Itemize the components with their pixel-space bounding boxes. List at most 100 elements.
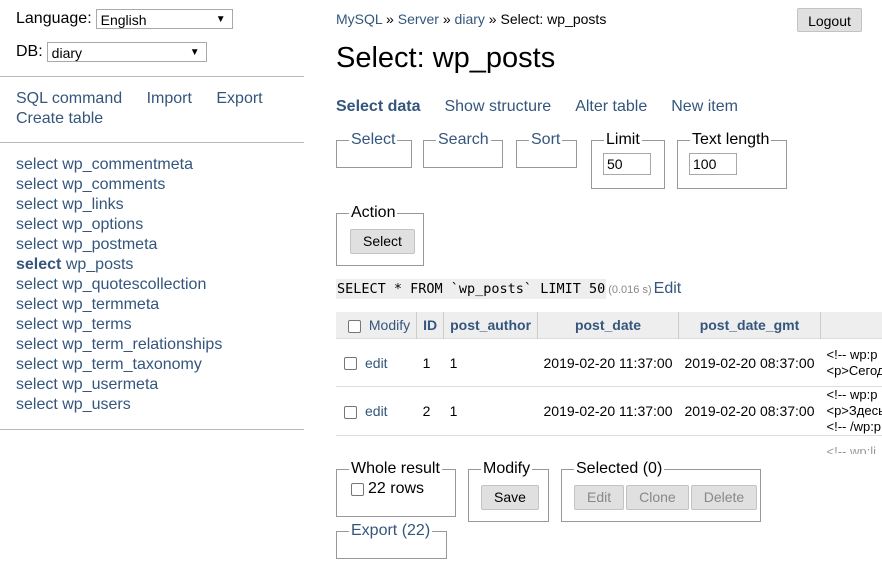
divider (0, 429, 304, 430)
whole-result-legend: Whole result (351, 460, 440, 477)
db-select[interactable]: diary ▼ (46, 42, 207, 62)
rows-checkbox-row[interactable]: 22 rows (351, 480, 455, 498)
modify-cell: edit (336, 386, 417, 436)
row-checkbox[interactable] (344, 405, 357, 419)
select-table-link[interactable]: select (16, 256, 61, 273)
select-table-link[interactable]: select (16, 176, 58, 193)
export-legend-link[interactable]: Export (22) (349, 522, 432, 540)
date-cell: 2019-02-20 11:37:00 (537, 435, 679, 454)
limit-input[interactable]: 50 (603, 153, 651, 175)
action-fieldset: Action Select (336, 204, 424, 266)
select-table-link[interactable]: select (16, 236, 58, 253)
table-name-link[interactable]: wp_usermeta (62, 376, 158, 393)
table-name-link[interactable]: wp_commentmeta (62, 156, 193, 173)
select-table-link[interactable]: select (16, 296, 58, 313)
post-content-header (820, 312, 882, 339)
results-table-wrapper[interactable]: Modify ID post_author post_date post_dat… (336, 312, 882, 454)
table-list-item: select wp_term_taxonomy (16, 355, 222, 375)
create-table-link[interactable]: Create table (16, 110, 103, 127)
id-header[interactable]: ID (416, 312, 445, 339)
sort-legend-link[interactable]: Sort (529, 131, 562, 149)
select-table-link[interactable]: select (16, 396, 58, 413)
selected-actions: Edit Clone Delete (574, 485, 760, 510)
select-all-checkbox[interactable] (348, 319, 361, 333)
content-preview-line: <!-- wp:li (826, 443, 876, 455)
table-name-link[interactable]: wp_postmeta (62, 236, 157, 253)
date-gmt-cell: 2019-02-20 08:37:00 (678, 386, 821, 436)
select-table-link[interactable]: select (16, 336, 58, 353)
edit-query-link[interactable]: Edit (654, 280, 682, 297)
id-cell: 1 (416, 338, 444, 387)
table-name-link[interactable]: wp_term_relationships (62, 336, 222, 353)
breadcrumb-db[interactable]: diary (455, 11, 485, 27)
post-date-header[interactable]: post_date (537, 312, 679, 339)
rows-count-label: 22 rows (368, 480, 425, 497)
clone-selected-button[interactable]: Clone (626, 485, 689, 510)
content-preview-line: <!-- /wp:p (826, 419, 882, 434)
sql-command-link[interactable]: SQL command (16, 90, 122, 107)
results-table: Modify ID post_author post_date post_dat… (336, 312, 882, 454)
query-line: SELECT * FROM `wp_posts` LIMIT 50 (0.016 … (336, 279, 682, 299)
table-name-link[interactable]: wp_users (62, 396, 130, 413)
export-fieldset: Export (22) (336, 522, 447, 559)
content-preview-line: <p>Сегод (826, 362, 882, 378)
search-legend-link[interactable]: Search (436, 131, 491, 149)
row-checkbox[interactable] (344, 357, 357, 371)
breadcrumb-mysql[interactable]: MySQL (336, 11, 382, 27)
text-length-input[interactable]: 100 (689, 153, 737, 175)
table-list-item: select wp_comments (16, 175, 222, 195)
table-name-link[interactable]: wp_comments (62, 176, 165, 193)
table-name-link[interactable]: wp_links (62, 196, 123, 213)
whole-result-checkbox[interactable] (351, 482, 364, 496)
page-title: Select: wp_posts (336, 42, 556, 74)
table-list-item: select wp_terms (16, 315, 222, 335)
table-name-link[interactable]: wp_quotescollection (62, 276, 206, 293)
row-edit-link[interactable]: edit (365, 403, 388, 419)
text-length-legend: Text length (692, 131, 770, 148)
content-preview-line: <p>Здесь (826, 403, 882, 418)
select-button[interactable]: Select (350, 229, 415, 254)
select-data-tab[interactable]: Select data (336, 98, 420, 116)
select-table-link[interactable]: select (16, 276, 58, 293)
show-structure-link[interactable]: Show structure (444, 98, 551, 116)
table-name-link[interactable]: wp_term_taxonomy (62, 356, 202, 373)
query-time: (0.016 s) (608, 284, 652, 296)
date-cell: 2019-02-20 11:37:00 (537, 338, 679, 387)
logout-button[interactable]: Logout (797, 8, 862, 32)
table-list-item: select wp_posts (16, 255, 222, 275)
new-item-link[interactable]: New item (671, 98, 738, 116)
select-table-link[interactable]: select (16, 376, 58, 393)
alter-table-link[interactable]: Alter table (575, 98, 647, 116)
delete-selected-button[interactable]: Delete (690, 485, 758, 510)
table-name-link[interactable]: wp_posts (66, 256, 134, 273)
date-gmt-cell: 2019-02-20 08:37:00 (678, 435, 821, 454)
select-table-link[interactable]: select (16, 316, 58, 333)
breadcrumb-server[interactable]: Server (398, 11, 439, 27)
subnav: Select data Show structure Alter table N… (336, 98, 738, 116)
modify-header-label[interactable]: Modify (369, 317, 410, 333)
table-list-item: select wp_commentmeta (16, 155, 222, 175)
select-table-link[interactable]: select (16, 156, 58, 173)
select-table-link[interactable]: select (16, 216, 58, 233)
sidebar-menu: SQL command Import Export Create table (16, 89, 286, 129)
edit-selected-button[interactable]: Edit (574, 485, 625, 510)
post-author-header[interactable]: post_author (443, 312, 539, 339)
table-name-link[interactable]: wp_terms (62, 316, 131, 333)
select-table-link[interactable]: select (16, 356, 58, 373)
table-name-link[interactable]: wp_options (62, 216, 143, 233)
author-cell: 1 (443, 338, 538, 387)
limit-fieldset: Limit 50 (591, 131, 665, 189)
content-cell: <!-- wp:li<ul><li> (820, 435, 882, 455)
language-select[interactable]: English ▼ (95, 9, 233, 29)
row-edit-link[interactable]: edit (365, 355, 388, 371)
select-table-link[interactable]: select (16, 196, 58, 213)
action-legend: Action (351, 204, 396, 221)
select-legend-link[interactable]: Select (349, 131, 397, 149)
import-link[interactable]: Import (147, 90, 192, 107)
export-link[interactable]: Export (216, 90, 262, 107)
author-cell: 1 (443, 386, 538, 436)
save-button[interactable]: Save (481, 485, 539, 510)
post-date-gmt-header[interactable]: post_date_gmt (678, 312, 821, 339)
table-name-link[interactable]: wp_termmeta (62, 296, 159, 313)
row-edit-link[interactable]: edit (365, 452, 388, 455)
